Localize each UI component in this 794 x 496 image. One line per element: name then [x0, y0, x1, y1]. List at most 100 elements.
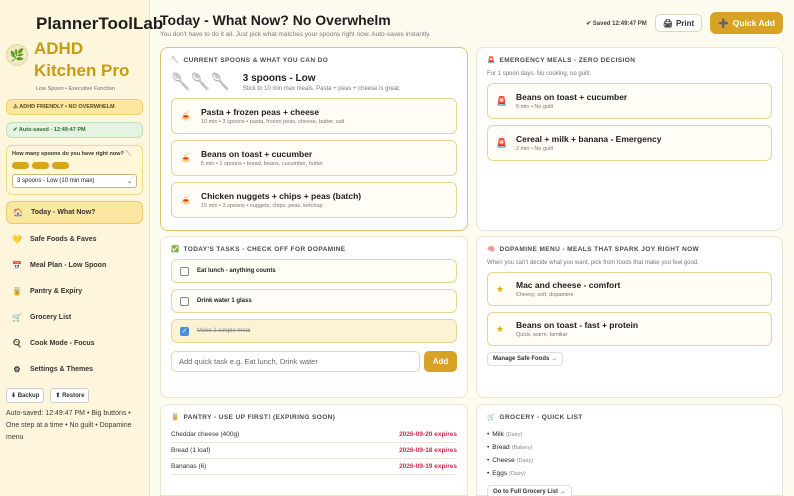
meal-name: Beans on toast - fast + protein [516, 320, 639, 330]
bowl-icon: 🍝 [180, 110, 192, 121]
meal-name: Beans on toast + cucumber [516, 92, 628, 102]
pantry-card: 🥫 Pantry - use up first! (expiring soon)… [160, 404, 468, 496]
page-header: Today - What Now? No Overwhelm You don't… [160, 8, 788, 42]
spoon-count: 3 spoons - Low [242, 72, 316, 84]
sidebar-item-safe-foods[interactable]: 💛 Safe Foods & Faves [6, 228, 143, 250]
grocery-card: 🛒 Grocery - quick list • Milk (Dairy) • Bre… [476, 404, 783, 496]
task-item[interactable]: ✓ Make 1 simple meal [171, 319, 457, 343]
task-label: Drink water 1 glass [197, 298, 252, 304]
spoon-select[interactable]: 3 spoons - Low (10 min max) ⌄ [12, 174, 137, 188]
sidebar-item-grocery[interactable]: 🛒 Grocery List [6, 306, 143, 328]
card-title-text: Dopamine menu - meals that spark joy rig… [499, 245, 700, 253]
card-title: 🧠 Dopamine menu - meals that spark joy r… [487, 245, 772, 254]
print-button[interactable]: 🖨 Print [654, 14, 703, 32]
card-description: When you can't decide what you want, pic… [487, 260, 699, 266]
brand-name: ADHD Kitchen Pro [34, 39, 130, 80]
spoon-dot[interactable] [12, 162, 29, 169]
star-icon: ★ [496, 283, 505, 294]
emergency-meals-card: 🚨 Emergency meals - zero decision For 1 … [476, 47, 783, 231]
brand-subtitle: Low Spoon • Executive Function [36, 86, 115, 92]
task-checkbox[interactable]: ✓ [180, 326, 189, 336]
task-item[interactable]: Eat lunch - anything counts [171, 259, 457, 283]
spoon-icon: 🥄 [171, 57, 180, 64]
backup-row: ⬇ Backup ⬆ Restore [6, 388, 143, 403]
dopamine-meal-item[interactable]: ★ Mac and cheese - comfort Cheesy, soft,… [487, 272, 772, 306]
calendar-icon: 📅 [12, 260, 22, 270]
backup-button[interactable]: ⬇ Backup [6, 388, 45, 403]
spoon-status: 🥄🥄🥄 3 spoons - Low Stick to 10 min max m… [171, 72, 457, 92]
dopamine-meal-item[interactable]: ★ Beans on toast - fast + protein Quick,… [487, 312, 772, 346]
card-title: ✅ Today's tasks - check off for dopamine [171, 245, 457, 254]
meal-item[interactable]: 🍝 Pasta + frozen peas + cheese 10 min • … [171, 98, 457, 134]
bowl-icon: 🍝 [180, 152, 192, 163]
alert-icon: 🚨 [496, 95, 508, 106]
sidebar-item-cook-mode[interactable]: 🍳 Cook Mode - Focus [6, 332, 143, 354]
sidebar-item-today[interactable]: 🏠 Today - What Now? [6, 201, 143, 224]
sidebar-item-meal-plan[interactable]: 📅 Meal Plan - Low Spoon [6, 254, 143, 276]
card-title-text: Grocery - quick list [499, 413, 583, 421]
adhd-friendly-badge: ⚠ ADHD FRIENDLY • NO OVERWHELM [6, 99, 143, 115]
spoon-level-indicator[interactable] [12, 162, 137, 169]
grocery-item-name: Eggs [492, 470, 508, 477]
leaf-logo-icon: 🌿 [6, 44, 28, 66]
grocery-item: • Cheese (Dairy) [487, 457, 534, 464]
sidebar-nav: 🏠 Today - What Now? 💛 Safe Foods & Faves… [6, 201, 143, 380]
card-description: For 1 spoon days. No cooking, no guilt. [487, 71, 592, 77]
quick-task-input[interactable]: Add quick task e.g. Eat lunch, Drink wat… [171, 351, 420, 372]
task-label: Eat lunch - anything counts [197, 268, 276, 274]
grocery-item: • Milk (Dairy) [487, 431, 523, 438]
sidebar-item-settings[interactable]: ⚙ Settings & Themes [6, 358, 143, 380]
sidebar-item-pantry[interactable]: 🥫 Pantry & Expiry [6, 280, 143, 302]
pantry-expiry: 2026-09-18 expires [399, 447, 457, 454]
brain-icon: 🧠 [487, 246, 496, 253]
sidebar-footer-note: Auto-saved: 12:49:47 PM • Big buttons • … [6, 410, 132, 441]
chevron-down-icon: ⌄ [126, 178, 132, 185]
alert-icon: 🚨 [487, 57, 496, 64]
emergency-meal-item[interactable]: 🚨 Cereal + milk + banana - Emergency 2 m… [487, 125, 772, 161]
meal-name: Beans on toast + cucumber [201, 149, 313, 159]
pantry-expiry: 2026-09-20 expires [399, 431, 457, 438]
card-title: 🥫 Pantry - use up first! (expiring soon) [171, 413, 457, 422]
check-icon: ✅ [171, 246, 180, 253]
heart-icon: 💛 [12, 234, 22, 244]
spoon-question: How many spoons do you have right now? 🥄 [12, 151, 133, 157]
grocery-item: • Bread (Bakery) [487, 444, 533, 451]
grocery-list: • Milk (Dairy) • Bread (Bakery) • Cheese (Dair… [487, 428, 772, 480]
restore-button[interactable]: ⬆ Restore [50, 388, 90, 403]
pantry-row: Bananas (6) 2026-09-19 expires [171, 459, 457, 475]
add-task-button[interactable]: Add [424, 351, 457, 372]
pantry-row: Cheddar cheese (400g) 2026-09-20 expires [171, 427, 457, 443]
meal-item[interactable]: 🍝 Chicken nuggets + chips + peas (batch)… [171, 182, 457, 218]
sidebar-item-label: Meal Plan - Low Spoon [30, 261, 107, 269]
sidebar-item-label: Cook Mode - Focus [30, 339, 95, 347]
task-checkbox[interactable] [180, 266, 189, 276]
spoon-select-value: 3 spoons - Low (10 min max) [17, 178, 95, 184]
emergency-meal-item[interactable]: 🚨 Beans on toast + cucumber 5 min • No g… [487, 83, 772, 119]
gear-icon: ⚙ [13, 364, 21, 374]
pantry-item: Bread (1 loaf) [171, 447, 211, 454]
quick-add-button[interactable]: ➕ Quick Add [710, 12, 783, 34]
meal-meta: 5 min • No guilt [516, 104, 554, 110]
full-grocery-list-button[interactable]: Go to Full Grocery List → [487, 485, 572, 496]
grocery-item-name: Cheese [492, 457, 515, 464]
pantry-item: Cheddar cheese (400g) [171, 431, 240, 438]
spoon-selector-box: How many spoons do you have right now? 🥄… [6, 145, 143, 195]
grocery-item-category: (Dairy) [516, 457, 534, 464]
meal-item[interactable]: 🍝 Beans on toast + cucumber 5 min • 1 sp… [171, 140, 457, 176]
grocery-item-category: (Dairy) [509, 470, 526, 477]
task-checkbox[interactable] [180, 296, 189, 306]
card-title-text: Current spoons & what you can do [183, 56, 329, 64]
dopamine-menu-card: 🧠 Dopamine menu - meals that spark joy r… [476, 236, 783, 398]
spoon-dot[interactable] [32, 162, 49, 169]
spoon-dot[interactable] [52, 162, 69, 169]
alert-icon: 🚨 [496, 137, 508, 148]
task-item[interactable]: Drink water 1 glass [171, 289, 457, 313]
sidebar-item-label: Pantry & Expiry [30, 287, 83, 295]
sidebar-item-label: Safe Foods & Faves [30, 235, 97, 243]
todays-tasks-card: ✅ Today's tasks - check off for dopamine… [160, 236, 468, 398]
sidebar-item-label: Settings & Themes [30, 365, 94, 373]
grocery-item-category: (Dairy) [505, 431, 523, 438]
manage-safe-foods-button[interactable]: Manage Safe Foods → [487, 352, 564, 366]
meal-name: Cereal + milk + banana - Emergency [516, 134, 662, 144]
grocery-item: • Eggs (Dairy) [487, 470, 526, 477]
